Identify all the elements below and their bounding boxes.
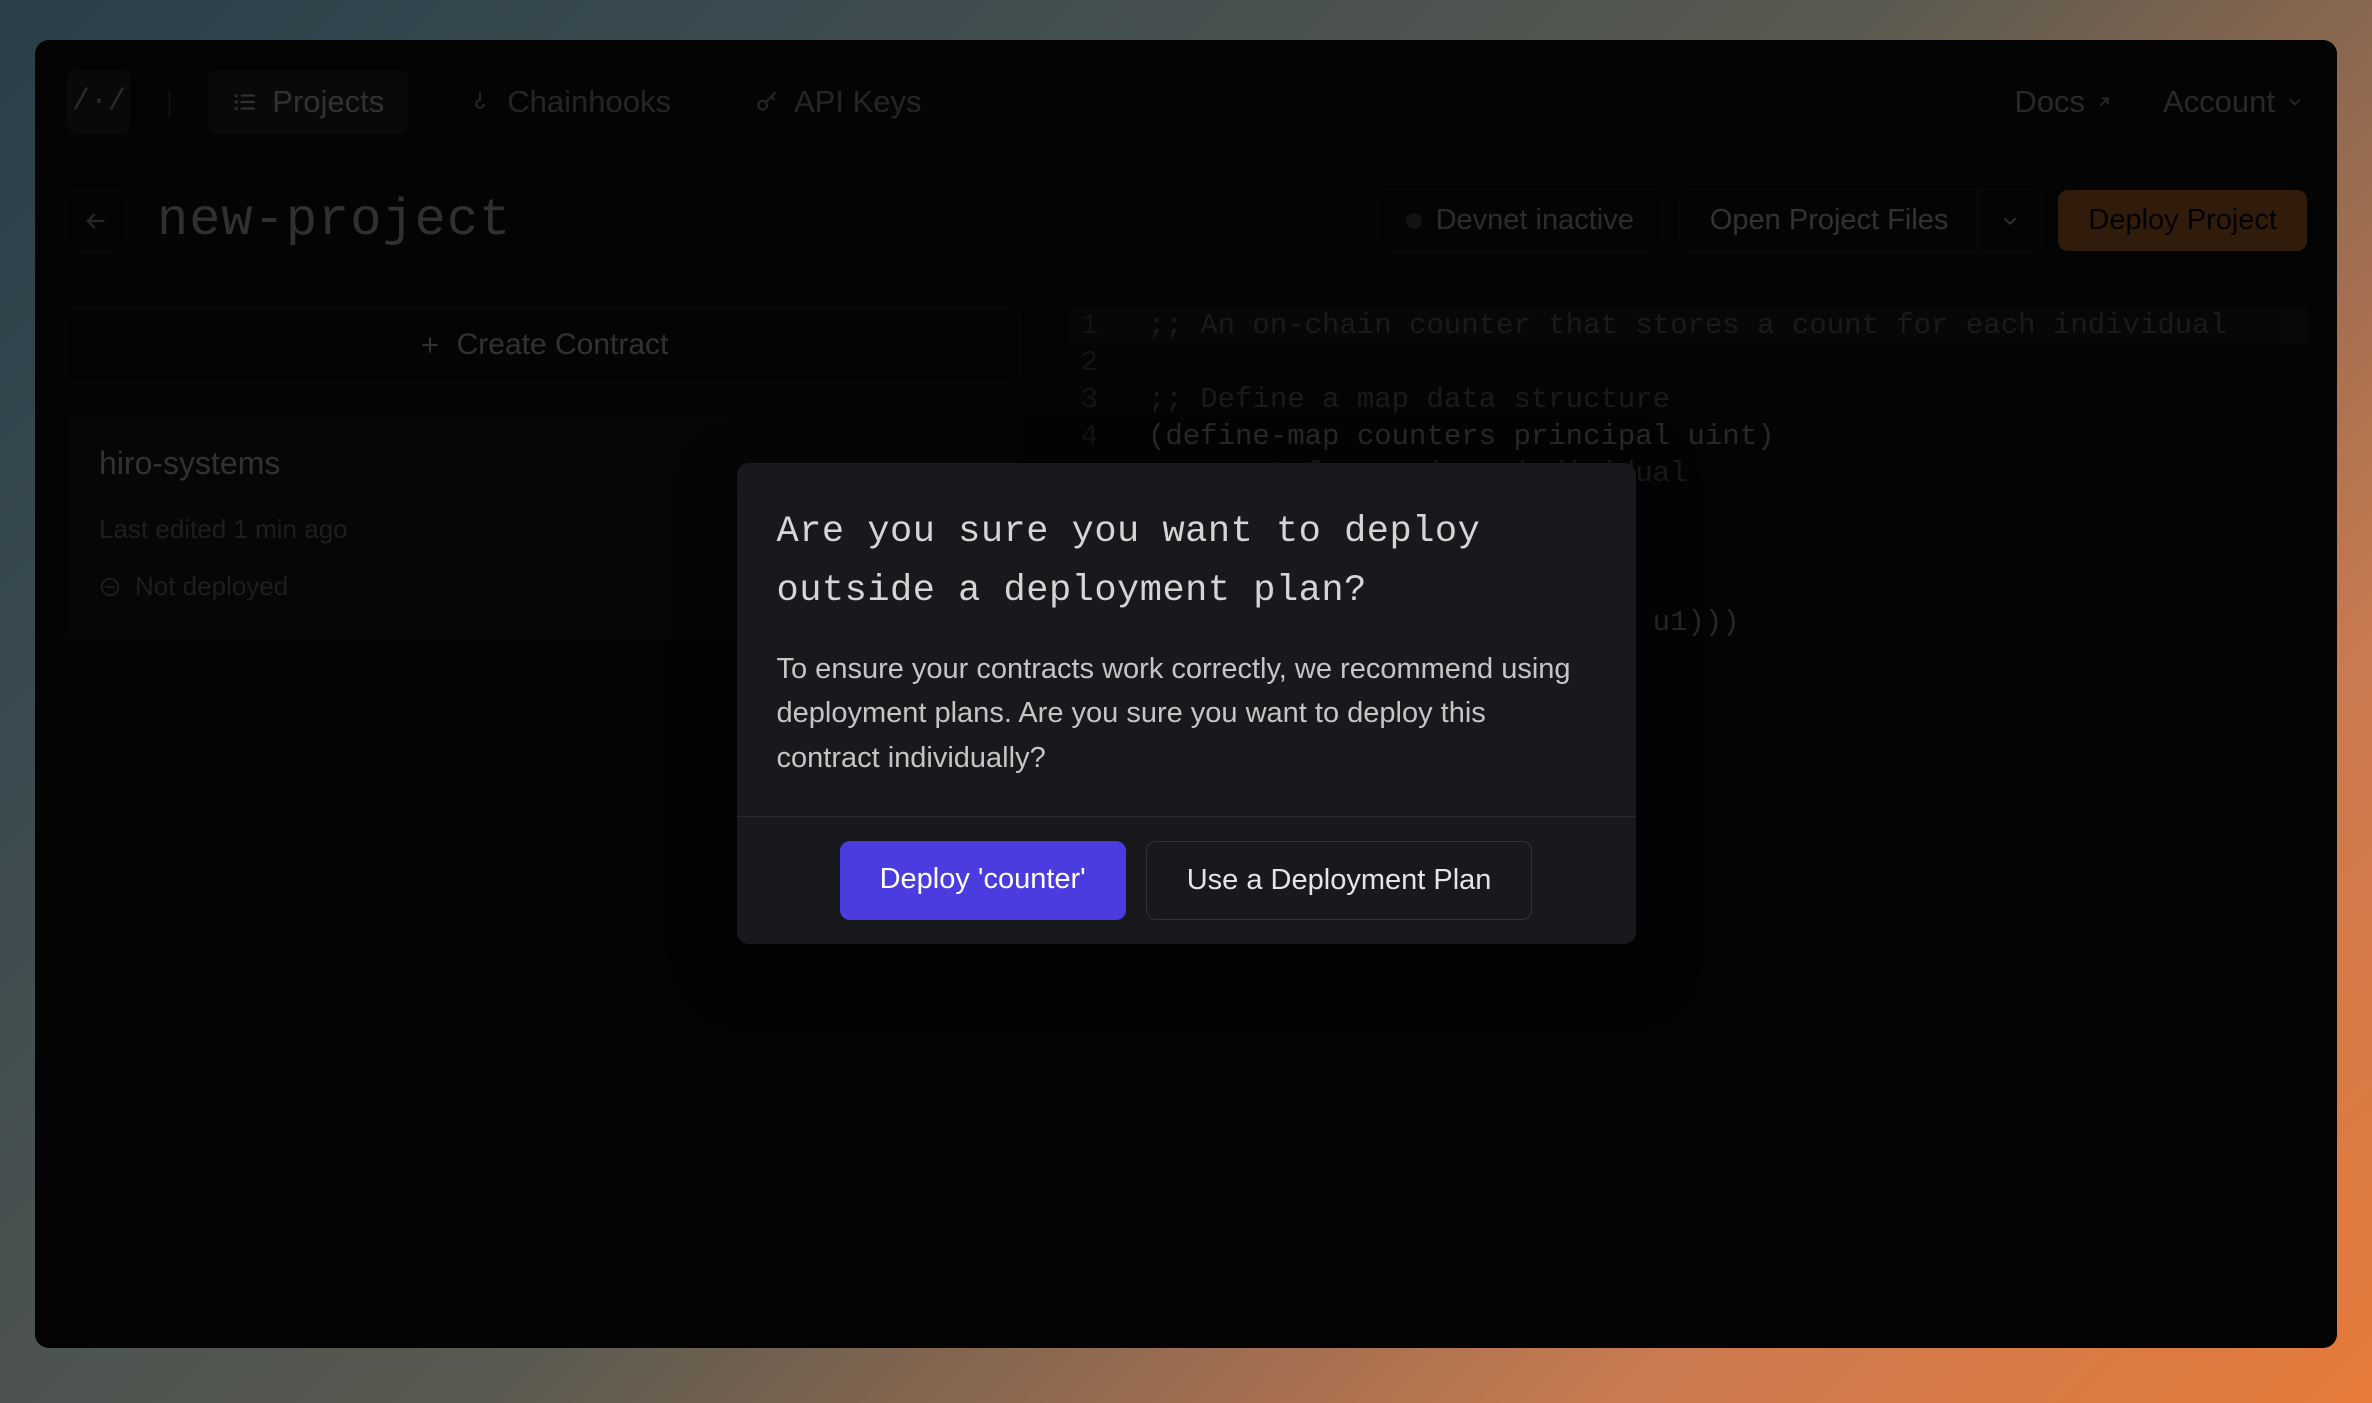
deploy-confirmation-modal: Are you sure you want to deploy outside …	[737, 463, 1636, 944]
modal-body: To ensure your contracts work correctly,…	[777, 647, 1596, 779]
modal-title: Are you sure you want to deploy outside …	[777, 503, 1596, 621]
app-window: /·/ | Projects Chainhooks	[35, 40, 2337, 1348]
use-deployment-plan-label: Use a Deployment Plan	[1187, 864, 1492, 896]
deploy-counter-button[interactable]: Deploy 'counter'	[840, 841, 1126, 920]
use-deployment-plan-button[interactable]: Use a Deployment Plan	[1146, 841, 1533, 920]
deploy-counter-label: Deploy 'counter'	[880, 863, 1086, 895]
modal-backdrop[interactable]: Are you sure you want to deploy outside …	[35, 40, 2337, 1348]
